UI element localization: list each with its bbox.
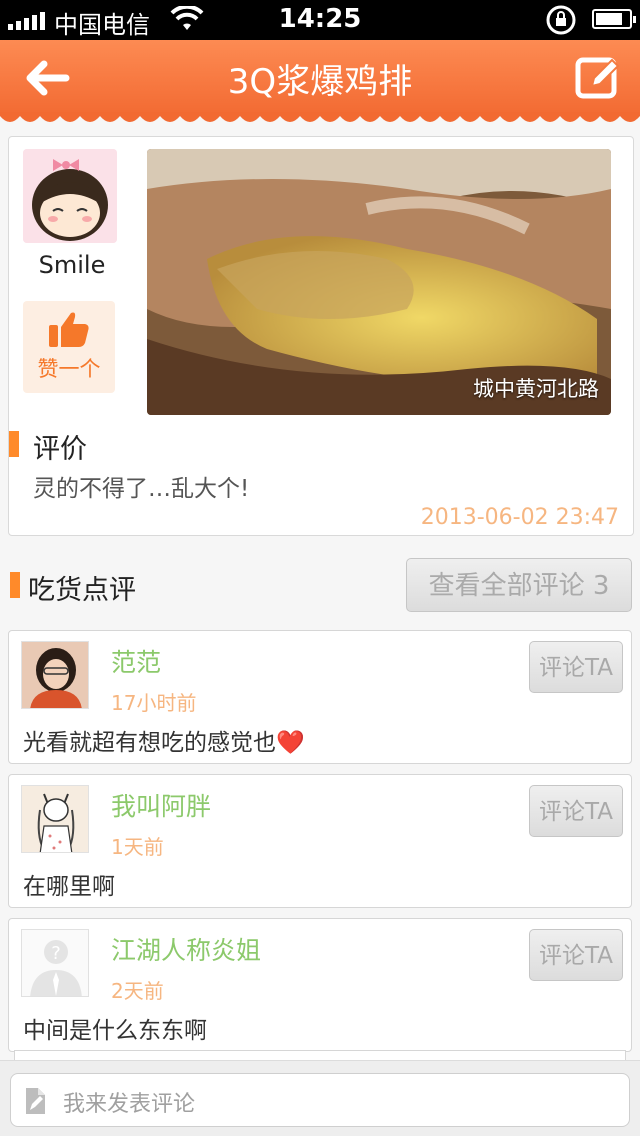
commenter-name[interactable]: 我叫阿胖 — [111, 787, 211, 823]
section-marker — [10, 572, 20, 598]
default-avatar-icon[interactable]: ? — [21, 929, 89, 997]
thumbs-up-icon — [49, 312, 89, 347]
avatar[interactable] — [21, 641, 89, 709]
comment-item: ? 江湖人称炎姐 2天前 中间是什么东东啊 评论TA — [8, 918, 632, 1052]
avatar[interactable] — [21, 785, 89, 853]
reply-button[interactable]: 评论TA — [529, 785, 623, 837]
comment-input-bar: 我来发表评论 — [0, 1060, 640, 1136]
status-time: 14:25 — [278, 4, 362, 34]
comment-item: 范范 17小时前 光看就超有想吃的感觉也❤️ 评论TA — [8, 630, 632, 764]
like-button[interactable]: 赞一个 — [23, 301, 115, 393]
user-name[interactable]: Smile — [9, 251, 135, 279]
pencil-icon — [26, 1088, 45, 1114]
comment-item: 我叫阿胖 1天前 在哪里啊 评论TA — [8, 774, 632, 908]
review-text: 灵的不得了…乱大个! — [33, 476, 250, 502]
location-label: 城中黄河北路 — [473, 377, 599, 401]
comment-text: 光看就超有想吃的感觉也❤️ — [23, 730, 305, 756]
section-marker — [9, 431, 19, 457]
nav-scallop-edge — [0, 112, 640, 122]
comment-placeholder: 我来发表评论 — [63, 1092, 196, 1117]
reply-button[interactable]: 评论TA — [529, 929, 623, 981]
like-label: 赞一个 — [37, 357, 101, 381]
battery-icon — [592, 9, 636, 29]
comment-text: 在哪里啊 — [23, 874, 115, 900]
reply-button[interactable]: 评论TA — [529, 641, 623, 693]
commenter-name[interactable]: 江湖人称炎姐 — [111, 931, 261, 967]
commenter-name[interactable]: 范范 — [111, 643, 161, 679]
review-heading: 评价 — [33, 434, 87, 465]
comment-time: 17小时前 — [111, 691, 197, 715]
post-card: Smile 赞一个 城中黄河北路 评价 灵的不得了…乱大个! 2013-06-0… — [8, 136, 634, 536]
status-bar: 中国电信 14:25 — [0, 0, 640, 40]
view-all-comments-button[interactable]: 查看全部评论 3 — [406, 558, 632, 612]
rotation-lock-icon — [546, 5, 576, 35]
comment-time: 1天前 — [111, 835, 164, 859]
nav-bar: 3Q浆爆鸡排 — [0, 40, 640, 116]
food-photo[interactable]: 城中黄河北路 — [147, 149, 611, 415]
post-date: 2013-06-02 23:47 — [420, 505, 619, 530]
comments-title: 吃货点评 — [28, 575, 136, 606]
avatar[interactable] — [23, 149, 117, 243]
comment-input[interactable]: 我来发表评论 — [10, 1073, 630, 1127]
comment-text: 中间是什么东东啊 — [23, 1018, 207, 1044]
edit-icon[interactable] — [574, 54, 622, 102]
comment-time: 2天前 — [111, 979, 164, 1003]
svg-text:?: ? — [51, 943, 61, 964]
page-title: 3Q浆爆鸡排 — [227, 62, 413, 102]
